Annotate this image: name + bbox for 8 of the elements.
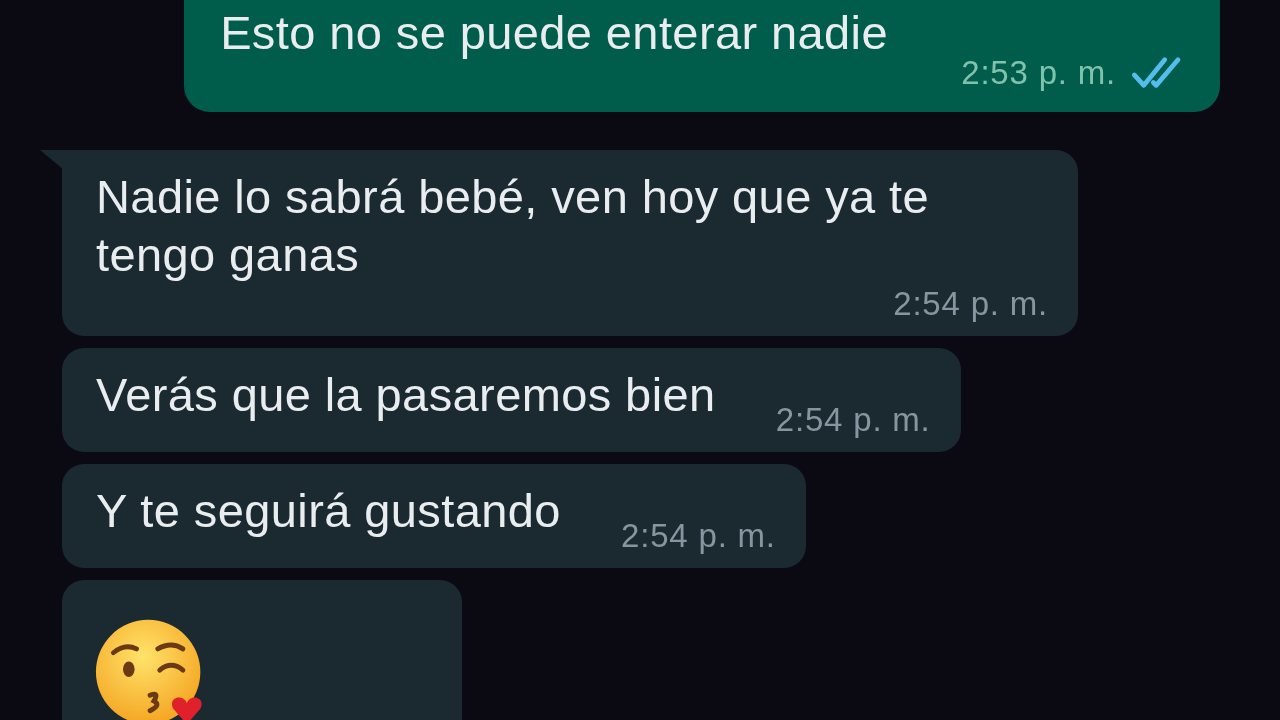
message-text: Esto no se puede enterar nadie — [220, 5, 888, 61]
message-time: 2:53 p. m. — [961, 55, 1116, 91]
message-time: 2:54 p. m. — [621, 518, 776, 554]
message-time: 2:54 p. m. — [775, 402, 931, 438]
message-text: Y te seguirá gustando — [96, 483, 561, 539]
message-text: Nadie lo sabrá bebé, ven hoy que ya te tengo ganas — [96, 169, 931, 283]
message-text: Verás que la pasaremos bien — [96, 367, 716, 423]
message-time: 2:54 p. m. — [893, 286, 1048, 322]
